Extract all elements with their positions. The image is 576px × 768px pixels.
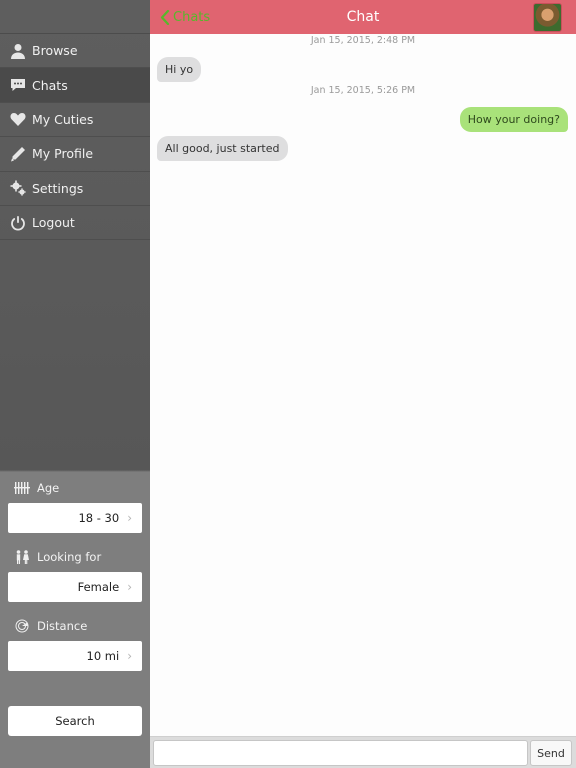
incoming-message: All good, just started (157, 136, 288, 161)
sidebar: Browse Chats My Cuties My Profile Settin… (0, 0, 150, 768)
sidebar-item-label: Browse (32, 43, 78, 59)
sidebar-item-label: My Profile (32, 146, 94, 162)
people-icon (16, 550, 29, 564)
incoming-message: Hi yo (157, 57, 202, 82)
sidebar-item-my-profile[interactable]: My Profile (0, 137, 150, 172)
looking-for-label-text: Looking for (37, 550, 102, 564)
looking-for-value: Female (77, 580, 120, 594)
chevron-right-icon: › (127, 511, 132, 525)
chevron-right-icon: › (127, 649, 132, 663)
power-icon (0, 215, 32, 231)
person-icon (0, 43, 32, 59)
sidebar-item-label: Logout (32, 215, 75, 231)
message-timestamp: Jan 15, 2015, 5:26 PM (310, 85, 416, 96)
sidebar-header (0, 0, 150, 34)
sidebar-item-logout[interactable]: Logout (0, 206, 150, 241)
age-filter-value[interactable]: 18 - 30 › (8, 503, 142, 533)
message-timestamp: Jan 15, 2015, 2:48 PM (310, 35, 416, 46)
distance-value: 10 mi (86, 649, 120, 663)
looking-for-filter-value[interactable]: Female › (8, 572, 142, 602)
distance-label-text: Distance (37, 619, 88, 633)
page-title: Chat (346, 9, 380, 25)
sidebar-item-my-cuties[interactable]: My Cuties (0, 103, 150, 138)
message-input[interactable] (153, 740, 528, 766)
age-filter-label: Age (0, 473, 150, 503)
avatar[interactable] (533, 3, 562, 32)
outgoing-message: How your doing? (459, 107, 568, 132)
sidebar-item-label: Settings (32, 180, 84, 196)
distance-filter-value[interactable]: 10 mi › (8, 641, 142, 671)
sidebar-item-label: Chats (32, 77, 68, 93)
nav-header: Chats Chat (150, 0, 576, 34)
sidebar-item-browse[interactable]: Browse (0, 34, 150, 69)
age-label-text: Age (37, 481, 60, 495)
search-button[interactable]: Search (8, 706, 142, 736)
message-composer: Send (150, 736, 576, 768)
heart-icon (0, 111, 32, 127)
sidebar-item-settings[interactable]: Settings (0, 172, 150, 206)
filter-panel: Age 18 - 30 › Looking for Female › Dista… (0, 472, 150, 671)
chat-bubble-icon (0, 77, 32, 93)
distance-filter-label: Distance (0, 611, 150, 641)
radar-icon (15, 619, 29, 633)
pencil-icon (0, 146, 32, 162)
send-button[interactable]: Send (530, 740, 572, 766)
looking-for-filter-label: Looking for (0, 542, 150, 572)
age-icon (14, 482, 30, 494)
sidebar-item-label: My Cuties (32, 111, 94, 127)
gears-icon (0, 180, 32, 196)
chevron-right-icon: › (127, 580, 132, 594)
chat-thread: Jan 15, 2015, 2:48 PM Hi yo Jan 15, 2015… (150, 34, 576, 736)
age-value: 18 - 30 (78, 511, 120, 525)
sidebar-item-chats[interactable]: Chats (0, 68, 150, 103)
